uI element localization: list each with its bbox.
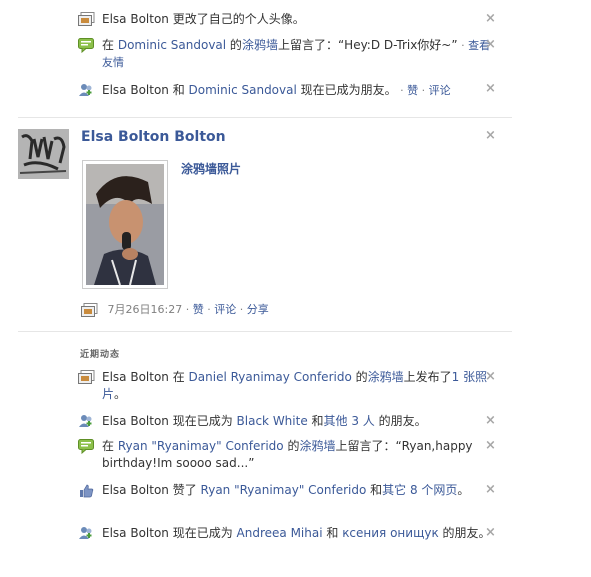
activity-text: Elsa Bolton 在 Daniel Ryanimay Conferido … (102, 369, 498, 403)
story-meta: 7月26日16:27 · 赞 · 评论 · 分享 (81, 301, 269, 319)
activity-text-part: Elsa Bolton 赞了 (102, 483, 201, 497)
activity-text-part: 现在已成为朋友。 (296, 83, 397, 97)
activity-text: Elsa Bolton 赞了 Ryan "Ryanimay" Conferido… (102, 482, 498, 499)
comment-link[interactable]: 评论 (214, 303, 236, 316)
separator-dot: · (418, 84, 429, 97)
activity-link[interactable]: Black White (237, 414, 308, 428)
activity-text-part: 的朋友。 (374, 414, 427, 428)
activity-text-part: 在 (102, 439, 118, 453)
photo-image (86, 164, 164, 285)
activity-link[interactable]: Daniel Ryanimay Conferido (189, 370, 352, 384)
hide-story-button[interactable]: × (485, 370, 496, 383)
hide-story-button[interactable]: × (485, 526, 496, 539)
hide-story-button[interactable]: × (485, 414, 496, 427)
like-link[interactable]: 赞 (407, 84, 418, 97)
wall-post-icon (78, 38, 95, 54)
activity-text-part: 和 (322, 526, 343, 540)
activity-row: Elsa Bolton 现在已成为 Andreea Mihai 和 ксения… (78, 525, 498, 561)
activity-text-part: Elsa Bolton 更改了自己的个人头像。 (102, 12, 305, 26)
activity-text-part: 的 (283, 439, 300, 453)
activity-text-part: 上留言了：“Hey:D D-Trix你好~” (277, 38, 458, 52)
story-timestamp[interactable]: 7月26日16:27 (108, 303, 183, 316)
activity-text: 在 Ryan "Ryanimay" Conferido 的涂鸦墙上留言了：“Ry… (102, 438, 498, 472)
hide-story-button[interactable]: × (485, 439, 496, 452)
separator-dot: · (396, 84, 408, 97)
activity-row: Elsa Bolton 和 Dominic Sandoval 现在已成为朋友。 … (78, 82, 498, 100)
hide-story-button[interactable]: × (485, 483, 496, 496)
share-link[interactable]: 分享 (247, 303, 269, 316)
activity-text-part: 。 (457, 483, 470, 497)
activity-link[interactable]: Dominic Sandoval (189, 83, 297, 97)
hide-story-button[interactable]: × (485, 82, 496, 95)
activity-text-part: 和 (366, 483, 383, 497)
activity-text-part: 上发布了 (403, 370, 452, 384)
friends-icon (78, 526, 95, 541)
hide-story-button[interactable]: × (485, 12, 496, 25)
activity-text: Elsa Bolton 和 Dominic Sandoval 现在已成为朋友。 … (102, 82, 498, 99)
activity-text-part: Elsa Bolton 现在已成为 (102, 414, 237, 428)
activity-text: Elsa Bolton 现在已成为 Andreea Mihai 和 ксения… (102, 525, 498, 542)
activity-text-part: Elsa Bolton 在 (102, 370, 189, 384)
activity-row: Elsa Bolton 现在已成为 Black White 和其他 3 人 的朋… (78, 413, 498, 431)
activity-text-part: 在 (102, 38, 118, 52)
story-author-name[interactable]: Elsa Bolton Bolton (81, 129, 226, 145)
activity-text-part: 的 (351, 370, 368, 384)
activity-text-part: 。 (114, 387, 127, 401)
separator-dot: · (207, 303, 211, 316)
divider (18, 331, 512, 332)
activity-link[interactable]: Andreea Mihai (237, 526, 323, 540)
album-title[interactable]: 涂鸦墙照片 (181, 160, 241, 177)
recent-activity-heading: 近期动态 (80, 350, 121, 360)
activity-row: Elsa Bolton 在 Daniel Ryanimay Conferido … (78, 369, 498, 405)
news-feed: Elsa Bolton 更改了自己的个人头像。 × 在 Dominic Sand… (0, 0, 591, 577)
activity-row: Elsa Bolton 更改了自己的个人头像。 (78, 11, 498, 29)
activity-link[interactable]: 涂鸦墙 (242, 38, 278, 52)
activity-text: Elsa Bolton 更改了自己的个人头像。 (102, 11, 498, 28)
activity-text-part: 和 (307, 414, 324, 428)
activity-text-part: Elsa Bolton 和 (102, 83, 189, 97)
separator-dot: · (185, 303, 190, 316)
activity-text: 在 Dominic Sandoval 的涂鸦墙上留言了：“Hey:D D-Tri… (102, 37, 498, 71)
avatar[interactable] (18, 129, 69, 179)
activity-link[interactable]: Dominic Sandoval (118, 38, 226, 52)
like-icon (78, 483, 95, 498)
activity-text-part: 的 (226, 38, 242, 52)
activity-link[interactable]: ксения онищук (342, 526, 439, 540)
divider (18, 117, 512, 118)
activity-link[interactable]: Ryan "Ryanimay" Conferido (201, 483, 367, 497)
activity-row: 在 Ryan "Ryanimay" Conferido 的涂鸦墙上留言了：“Ry… (78, 438, 498, 474)
activity-link[interactable]: 其它 8 个网页 (382, 483, 457, 497)
photo-icon (78, 12, 95, 27)
activity-text: Elsa Bolton 现在已成为 Black White 和其他 3 人 的朋… (102, 413, 498, 430)
friends-icon (78, 83, 95, 98)
comment-link[interactable]: 评论 (429, 84, 451, 97)
activity-text-part: 的朋友。 (438, 526, 491, 540)
hide-story-button[interactable]: × (485, 129, 496, 142)
like-link[interactable]: 赞 (193, 303, 204, 316)
story-type-icon (81, 302, 98, 318)
activity-link[interactable]: Ryan "Ryanimay" Conferido (118, 439, 284, 453)
activity-link[interactable]: 涂鸦墙 (368, 370, 404, 384)
activity-text-part: Elsa Bolton 现在已成为 (102, 526, 237, 540)
hide-story-button[interactable]: × (485, 38, 496, 51)
photo-thumbnail[interactable] (82, 160, 168, 289)
activity-row: Elsa Bolton 赞了 Ryan "Ryanimay" Conferido… (78, 482, 498, 518)
separator-dot: · (457, 39, 469, 52)
activity-link[interactable]: 其他 3 人 (324, 414, 375, 428)
friends-icon (78, 414, 95, 429)
activity-row: 在 Dominic Sandoval 的涂鸦墙上留言了：“Hey:D D-Tri… (78, 37, 498, 73)
activity-link[interactable]: 涂鸦墙 (299, 439, 335, 453)
wall-post-icon (78, 439, 95, 455)
separator-dot: · (239, 303, 244, 316)
photo-icon (78, 370, 95, 385)
